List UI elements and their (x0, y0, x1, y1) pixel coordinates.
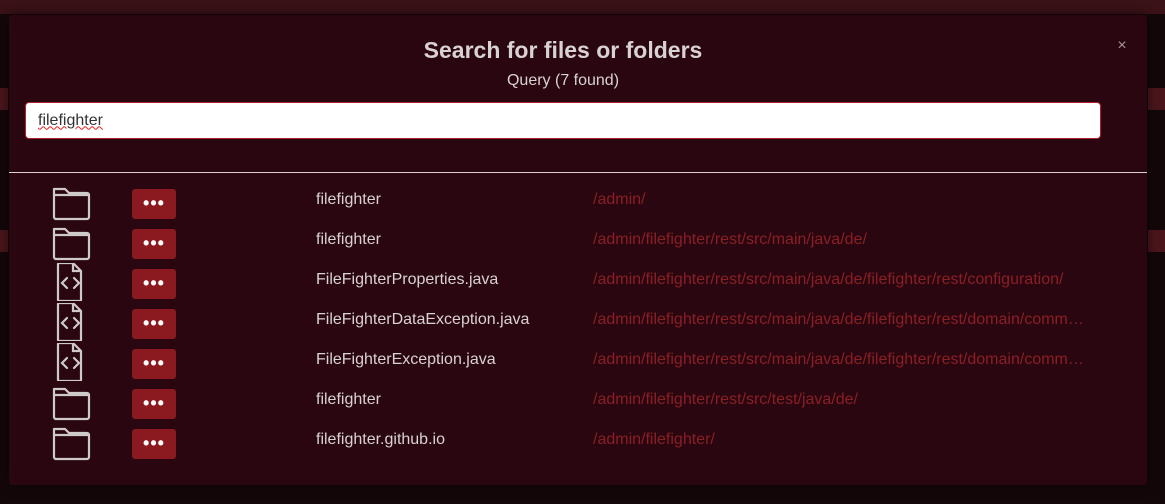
result-name[interactable]: filefighter.github.io (316, 431, 445, 449)
code-file-icon (49, 341, 93, 383)
close-icon[interactable]: × (1115, 38, 1129, 54)
more-options-button[interactable]: ••• (132, 189, 176, 219)
more-options-button[interactable]: ••• (132, 309, 176, 339)
divider (9, 172, 1147, 173)
result-path[interactable]: /admin/filefighter/rest/src/main/java/de… (593, 311, 1113, 329)
more-options-button[interactable]: ••• (132, 389, 176, 419)
folder-icon (49, 423, 93, 461)
result-path[interactable]: /admin/ (593, 191, 1113, 209)
code-file-icon (49, 301, 93, 343)
result-row[interactable]: ••• FileFighterProperties.java/admin/file… (9, 261, 1147, 303)
result-row[interactable]: ••• filefighter/admin/ (9, 181, 1147, 221)
result-row[interactable]: ••• filefighter/admin/filefighter/rest/sr… (9, 221, 1147, 261)
more-options-button[interactable]: ••• (132, 269, 176, 299)
code-file-icon (49, 261, 93, 303)
more-options-button[interactable]: ••• (132, 229, 176, 259)
search-input[interactable] (25, 102, 1101, 139)
result-name[interactable]: FileFighterException.java (316, 351, 496, 369)
result-row[interactable]: ••• filefighter/admin/filefighter/rest/sr… (9, 381, 1147, 421)
result-name[interactable]: FileFighterProperties.java (316, 271, 498, 289)
modal-title: Search for files or folders (423, 37, 703, 63)
background-element (0, 230, 8, 252)
background-element (1148, 88, 1165, 110)
result-row[interactable]: ••• FileFighterException.java/admin/filef… (9, 341, 1147, 383)
result-row[interactable]: ••• FileFighterDataException.java/admin/f… (9, 301, 1147, 343)
search-modal: × Search for files or folders Query (7 f… (9, 15, 1147, 485)
results-list: ••• filefighter/admin/ ••• filefighter/admi… (9, 181, 1147, 461)
folder-icon (49, 183, 93, 221)
more-options-button[interactable]: ••• (132, 349, 176, 379)
background-element (1148, 230, 1165, 252)
result-path[interactable]: /admin/filefighter/rest/src/test/java/de… (593, 391, 1113, 409)
folder-icon (49, 383, 93, 421)
background-element (0, 88, 8, 110)
result-path[interactable]: /admin/filefighter/ (593, 431, 1113, 449)
result-name[interactable]: filefighter (316, 391, 381, 409)
result-path[interactable]: /admin/filefighter/rest/src/main/java/de… (593, 271, 1113, 289)
result-name[interactable]: filefighter (316, 231, 381, 249)
result-name[interactable]: filefighter (316, 191, 381, 209)
background-header (0, 0, 1165, 14)
result-row[interactable]: ••• filefighter.github.io/admin/filefight… (9, 421, 1147, 461)
result-path[interactable]: /admin/filefighter/rest/src/main/java/de… (593, 351, 1113, 369)
results-count: Query (7 found) (506, 72, 620, 89)
result-path[interactable]: /admin/filefighter/rest/src/main/java/de… (593, 231, 1113, 249)
more-options-button[interactable]: ••• (132, 429, 176, 459)
result-name[interactable]: FileFighterDataException.java (316, 311, 529, 329)
folder-icon (49, 223, 93, 261)
